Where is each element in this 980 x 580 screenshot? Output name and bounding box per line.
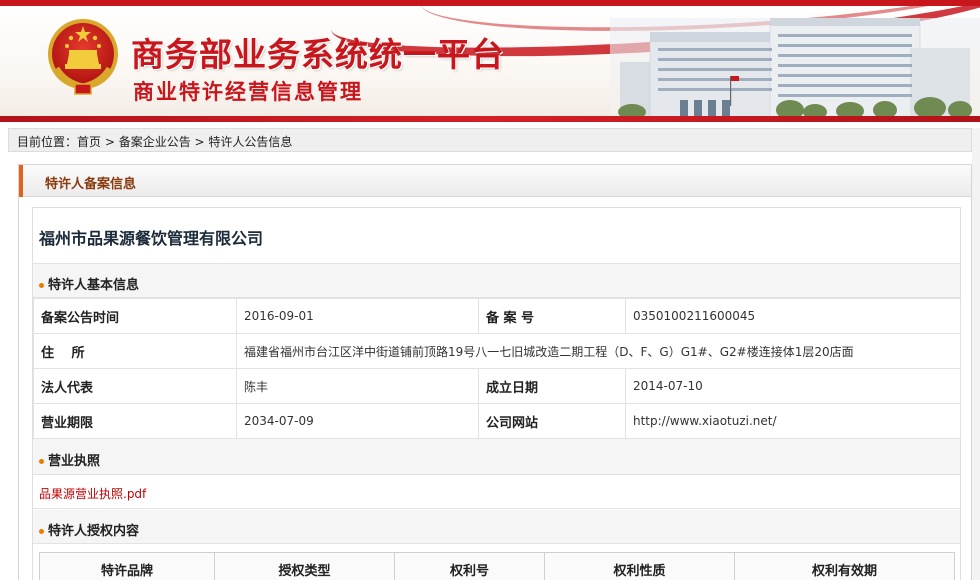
basic-info-section-header: 特许人基本信息 bbox=[33, 264, 960, 298]
basic-info-table: 备案公告时间 2016-09-01 备 案 号 0350100211600045… bbox=[33, 298, 961, 439]
breadcrumb-home-link[interactable]: 首页 bbox=[77, 135, 101, 149]
basic-info-section-label: 特许人基本信息 bbox=[48, 278, 140, 293]
breadcrumb-prefix: 目前位置： bbox=[17, 135, 78, 149]
header-banner: 商务部业务系统统一平台 商业特许经营信息管理 bbox=[0, 0, 980, 122]
column-header-right-number: 权利号 bbox=[394, 552, 545, 580]
table-row: 营业期限 2034-07-09 公司网站 http://www.xiaotuzi… bbox=[33, 403, 961, 439]
website-label: 公司网站 bbox=[478, 403, 626, 439]
license-section-title: 营业执照 bbox=[39, 450, 100, 469]
bullet-icon bbox=[39, 459, 44, 464]
app-title: 商务部业务系统统一平台 bbox=[131, 35, 505, 74]
table-row: 住 所 福建省福州市台江区洋中街道铺前顶路19号八一七旧城改造二期工程（D、F、… bbox=[33, 333, 961, 369]
table-row: 法人代表 陈丰 成立日期 2014-07-10 bbox=[33, 368, 961, 404]
column-header-right-nature: 权利性质 bbox=[544, 552, 735, 580]
authorization-section-label: 特许人授权内容 bbox=[48, 524, 140, 539]
column-header-auth-type: 授权类型 bbox=[214, 552, 395, 580]
column-header-validity: 权利有效期 bbox=[734, 552, 955, 580]
panel-title: 特许人备案信息 bbox=[45, 177, 137, 192]
basic-info-section-title: 特许人基本信息 bbox=[39, 274, 139, 293]
business-term-value: 2034-07-09 bbox=[236, 403, 479, 439]
panel-header: 特许人备案信息 bbox=[19, 165, 971, 197]
business-term-label: 营业期限 bbox=[33, 403, 237, 439]
breadcrumb-current: 特许人公告信息 bbox=[208, 135, 293, 149]
breadcrumb-separator: > bbox=[190, 135, 209, 149]
license-file-row: 品果源营业执照.pdf bbox=[33, 475, 960, 509]
authorization-section-title: 特许人授权内容 bbox=[39, 520, 139, 539]
website-value: http://www.xiaotuzi.net/ bbox=[625, 403, 961, 439]
breadcrumb-separator: > bbox=[101, 135, 119, 149]
national-emblem-icon bbox=[48, 19, 118, 95]
app-subtitle: 商业特许经营信息管理 bbox=[133, 79, 363, 104]
column-header-brand: 特许品牌 bbox=[39, 552, 215, 580]
ministry-building-image bbox=[610, 18, 980, 118]
bullet-icon bbox=[39, 283, 44, 288]
address-label: 住 所 bbox=[33, 333, 237, 369]
license-section-header: 营业执照 bbox=[33, 439, 960, 475]
legal-rep-value: 陈丰 bbox=[236, 368, 479, 404]
authorization-table: 特许品牌 授权类型 权利号 权利性质 权利有效期 bbox=[39, 552, 955, 580]
company-header: 福州市品果源餐饮管理有限公司 bbox=[33, 208, 960, 264]
license-pdf-link[interactable]: 品果源营业执照.pdf bbox=[39, 485, 146, 502]
record-date-value: 2016-09-01 bbox=[236, 298, 479, 334]
record-date-label: 备案公告时间 bbox=[33, 298, 237, 334]
record-number-value: 0350100211600045 bbox=[625, 298, 961, 334]
license-section-label: 营业执照 bbox=[48, 454, 101, 469]
bullet-icon bbox=[39, 529, 44, 534]
franchisor-record-panel: 特许人备案信息 福州市品果源餐饮管理有限公司 特许人基本信息 备案公告时间 20… bbox=[18, 164, 972, 580]
table-row: 备案公告时间 2016-09-01 备 案 号 0350100211600045 bbox=[33, 298, 961, 334]
company-name: 福州市品果源餐饮管理有限公司 bbox=[39, 229, 264, 248]
breadcrumb-announcement-link[interactable]: 备案企业公告 bbox=[119, 135, 191, 149]
record-detail-box: 福州市品果源餐饮管理有限公司 特许人基本信息 备案公告时间 2016-09-01… bbox=[32, 207, 961, 580]
address-value: 福建省福州市台江区洋中街道铺前顶路19号八一七旧城改造二期工程（D、F、G）G1… bbox=[236, 333, 961, 369]
panel-header-accent bbox=[19, 165, 23, 197]
founded-date-value: 2014-07-10 bbox=[625, 368, 961, 404]
legal-rep-label: 法人代表 bbox=[33, 368, 237, 404]
record-number-label: 备 案 号 bbox=[478, 298, 626, 334]
table-header-row: 特许品牌 授权类型 权利号 权利性质 权利有效期 bbox=[39, 552, 955, 580]
banner-bottom-stripe bbox=[0, 116, 980, 122]
authorization-section-header: 特许人授权内容 bbox=[33, 510, 960, 544]
founded-date-label: 成立日期 bbox=[478, 368, 626, 404]
breadcrumb: 目前位置：首页 > 备案企业公告 > 特许人公告信息 bbox=[8, 128, 972, 152]
page-scrollbar-track[interactable] bbox=[972, 128, 980, 580]
